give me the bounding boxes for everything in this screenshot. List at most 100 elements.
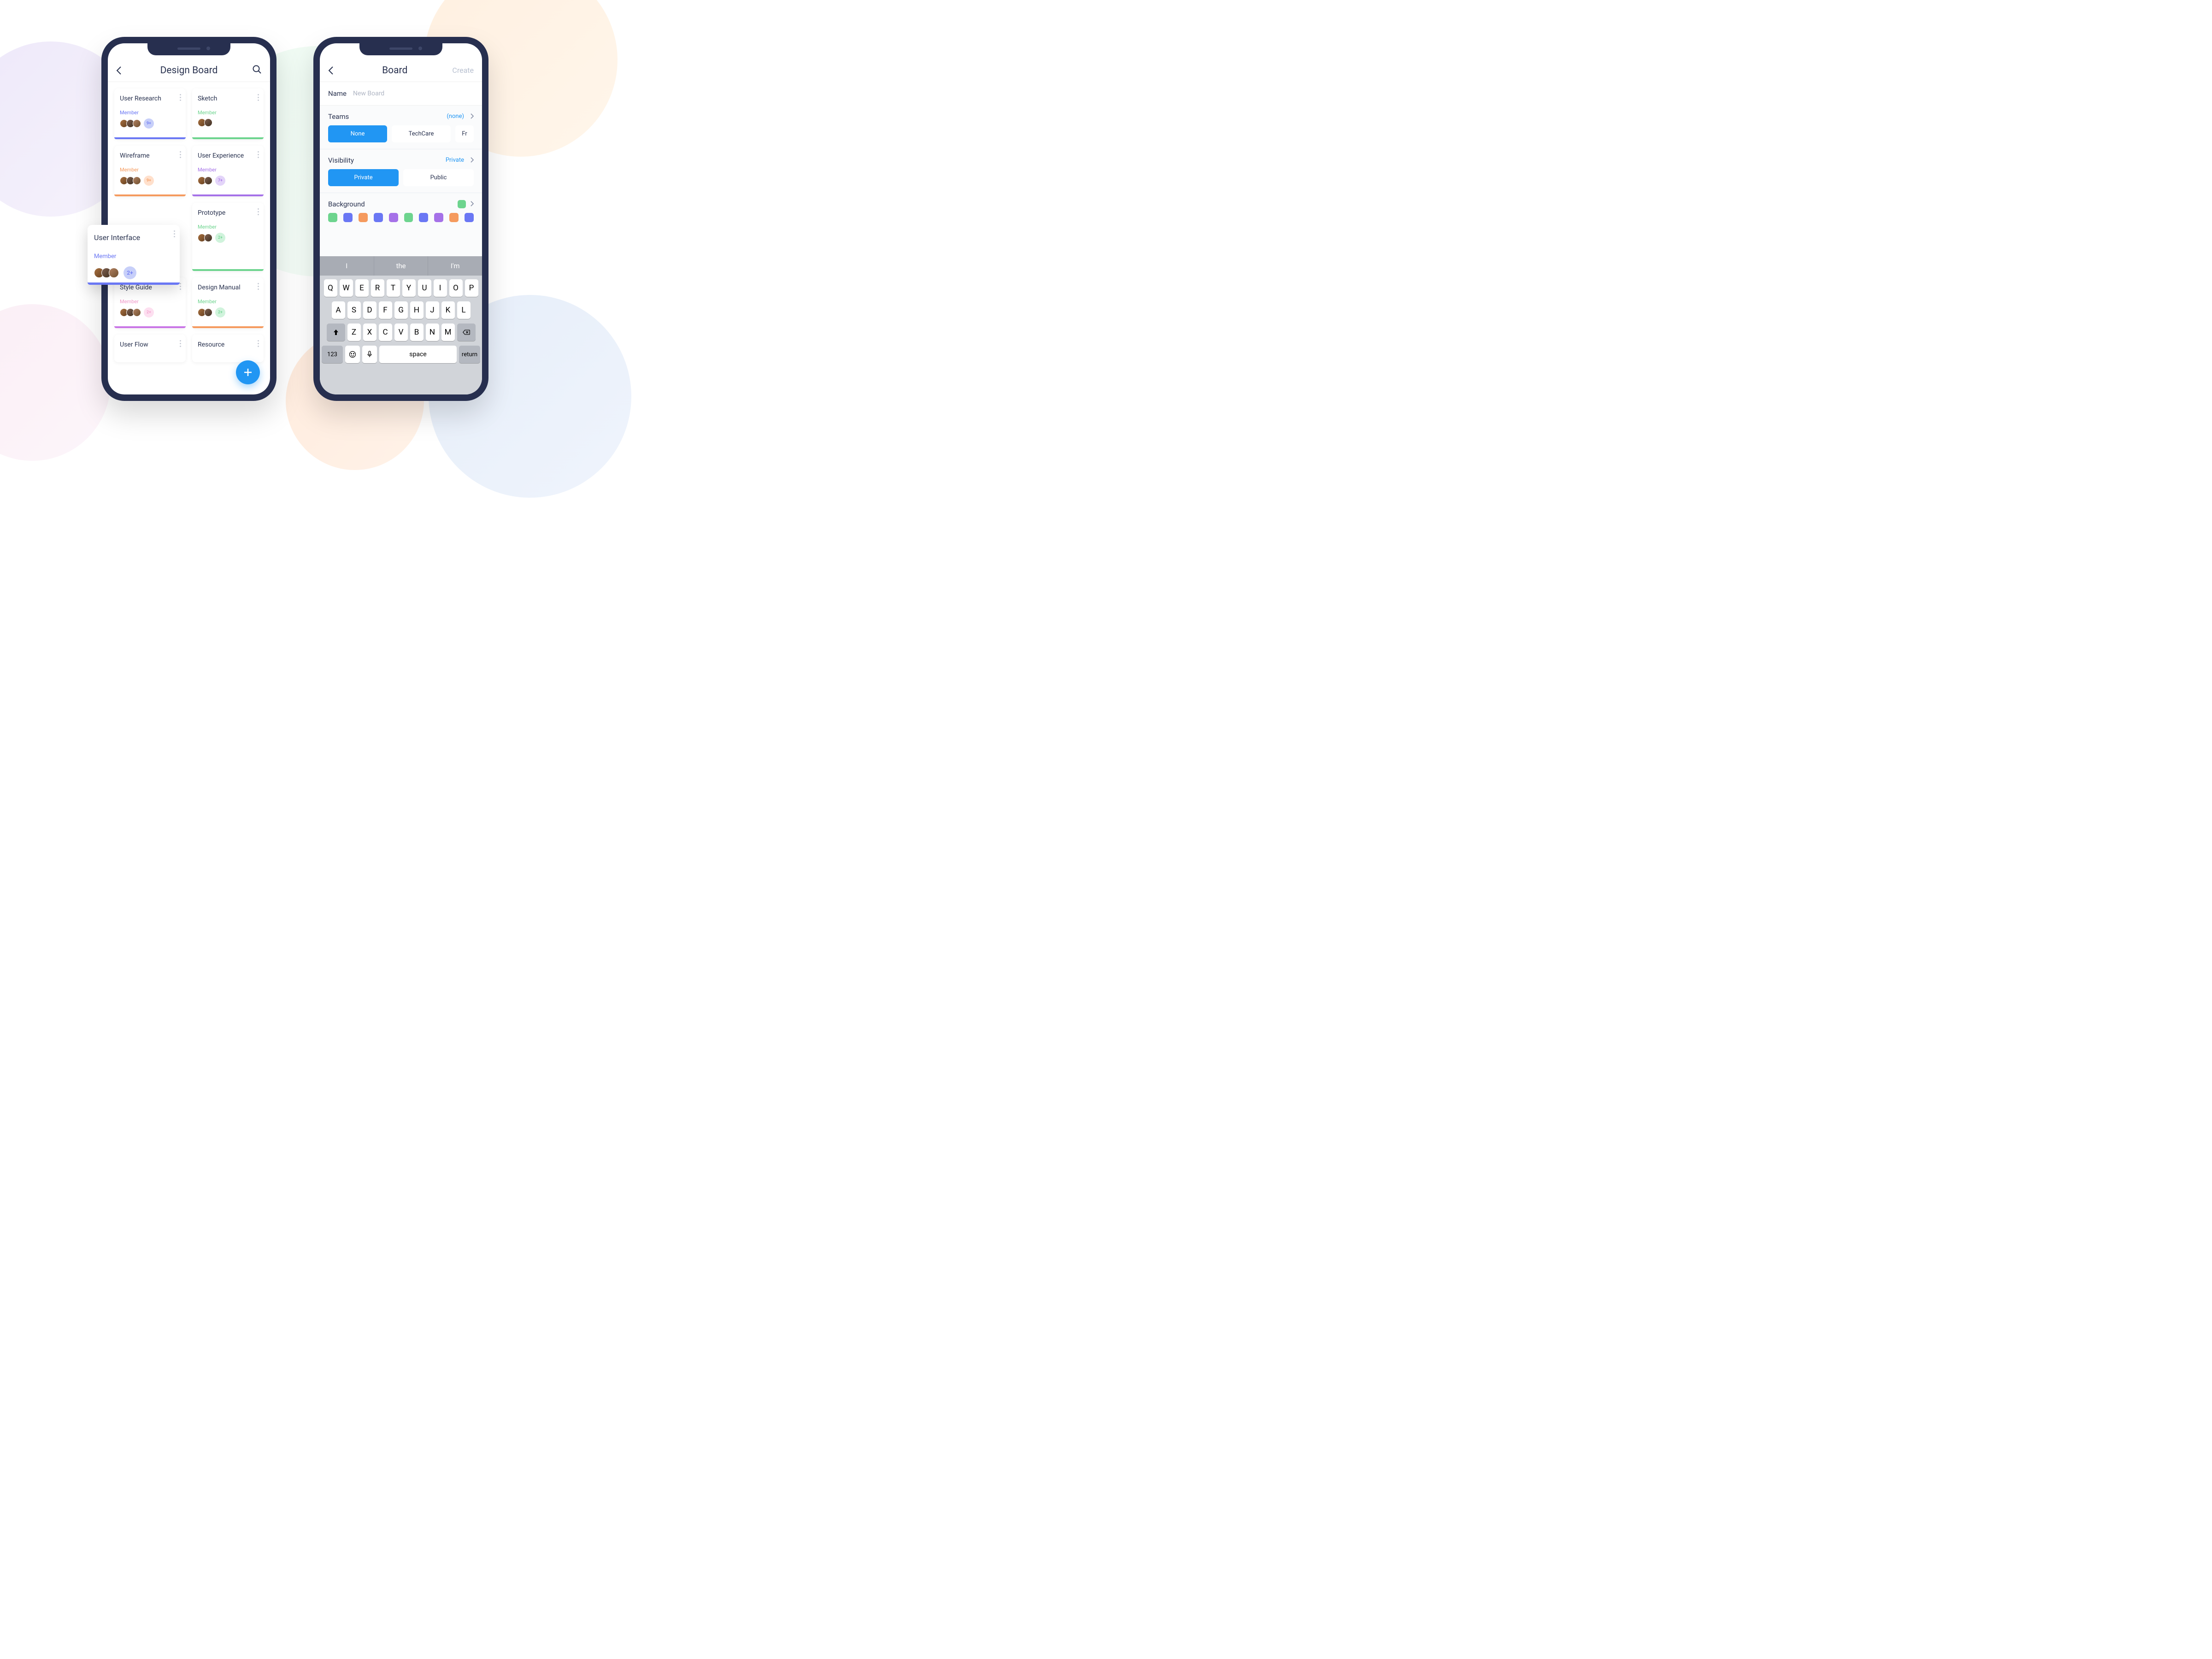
key-x[interactable]: X	[363, 324, 377, 341]
visibility-chip[interactable]: Public	[403, 169, 474, 186]
key-i[interactable]: I	[434, 279, 447, 297]
key-m[interactable]: M	[441, 324, 455, 341]
back-button[interactable]	[328, 66, 337, 75]
keyboard-suggestion[interactable]: I'm	[428, 256, 482, 276]
board-card[interactable]: Design ManualMember2+	[192, 277, 264, 328]
card-member-label: Member	[198, 224, 258, 230]
card-avatars: 9+	[120, 118, 180, 129]
key-return[interactable]: return	[459, 346, 480, 363]
board-card[interactable]: SketchMember	[192, 88, 264, 139]
card-menu-icon[interactable]	[180, 340, 181, 347]
keyboard[interactable]: ItheI'm QWERTYUIOP ASDFGHJKL ZXCVBNM 123…	[320, 256, 482, 394]
chevron-right-icon	[471, 156, 474, 165]
name-input[interactable]: New Board	[353, 90, 384, 97]
key-f[interactable]: F	[379, 301, 392, 319]
page-title: Design Board	[160, 65, 218, 76]
key-b[interactable]: B	[410, 324, 424, 341]
teams-row[interactable]: Teams (none)	[320, 106, 482, 125]
color-swatch[interactable]	[465, 213, 474, 222]
key-c[interactable]: C	[379, 324, 392, 341]
background-label: Background	[328, 200, 365, 208]
key-l[interactable]: L	[457, 301, 471, 319]
key-space[interactable]: space	[379, 346, 457, 363]
key-shift[interactable]	[327, 324, 345, 341]
key-n[interactable]: N	[426, 324, 439, 341]
team-chip[interactable]: Fr	[455, 125, 474, 142]
visibility-chip[interactable]: Private	[328, 169, 399, 186]
key-h[interactable]: H	[410, 301, 424, 319]
card-avatars: 7+	[198, 176, 258, 186]
key-p[interactable]: P	[465, 279, 478, 297]
key-w[interactable]: W	[340, 279, 353, 297]
keyboard-suggestion[interactable]: I	[320, 256, 374, 276]
background-selected-swatch	[458, 200, 466, 208]
key-backspace[interactable]	[457, 324, 476, 341]
card-menu-icon[interactable]	[180, 94, 181, 101]
color-swatch[interactable]	[343, 213, 353, 222]
color-swatch[interactable]	[404, 213, 413, 222]
chevron-right-icon	[471, 200, 474, 208]
search-icon[interactable]	[253, 65, 262, 76]
avatar	[204, 308, 212, 317]
board-card[interactable]: WireframeMember9+	[114, 146, 186, 196]
card-member-label: Member	[198, 110, 258, 116]
key-t[interactable]: T	[387, 279, 400, 297]
keyboard-suggestion[interactable]: the	[374, 256, 429, 276]
board-card[interactable]: PrototypeMember2+	[192, 203, 264, 271]
add-board-fab[interactable]	[236, 360, 260, 384]
key-q[interactable]: Q	[324, 279, 337, 297]
card-avatars: 9+	[120, 176, 180, 186]
key-o[interactable]: O	[449, 279, 463, 297]
card-menu-icon[interactable]	[180, 151, 181, 158]
key-mic[interactable]	[362, 346, 377, 363]
card-member-label: Member	[120, 299, 180, 305]
background-row[interactable]: Background	[320, 193, 482, 213]
key-r[interactable]: R	[371, 279, 384, 297]
key-g[interactable]: G	[394, 301, 408, 319]
key-z[interactable]: Z	[347, 324, 361, 341]
name-field-row[interactable]: Name New Board	[320, 82, 482, 106]
key-u[interactable]: U	[418, 279, 431, 297]
key-k[interactable]: K	[441, 301, 455, 319]
key-y[interactable]: Y	[402, 279, 416, 297]
team-chip[interactable]: None	[328, 125, 387, 142]
create-button[interactable]: Create	[452, 66, 474, 75]
avatar-count-badge: 7+	[215, 176, 225, 186]
board-card-floating[interactable]: User Interface Member 2+	[88, 225, 180, 285]
card-menu-icon[interactable]	[258, 208, 259, 215]
board-card[interactable]: User ExperienceMember7+	[192, 146, 264, 196]
key-s[interactable]: S	[347, 301, 361, 319]
color-swatch[interactable]	[328, 213, 337, 222]
key-j[interactable]: J	[426, 301, 439, 319]
card-menu-icon[interactable]	[258, 94, 259, 101]
board-card[interactable]: User ResearchMember9+	[114, 88, 186, 139]
board-card[interactable]: User Flow	[114, 335, 186, 362]
back-button[interactable]	[116, 66, 125, 75]
key-a[interactable]: A	[332, 301, 345, 319]
key-emoji[interactable]	[345, 346, 360, 363]
avatar-count-badge: 9+	[144, 118, 154, 129]
key-d[interactable]: D	[363, 301, 377, 319]
card-title: User Experience	[198, 152, 258, 159]
color-swatch[interactable]	[434, 213, 443, 222]
key-v[interactable]: V	[394, 324, 408, 341]
key-e[interactable]: E	[355, 279, 369, 297]
visibility-row[interactable]: Visibility Private	[320, 149, 482, 169]
key-numeric[interactable]: 123	[322, 346, 343, 363]
color-swatch[interactable]	[389, 213, 398, 222]
card-avatars: 2+	[94, 266, 173, 279]
color-swatch[interactable]	[449, 213, 459, 222]
color-swatch[interactable]	[359, 213, 368, 222]
board-card[interactable]: Resource	[192, 335, 264, 362]
board-card[interactable]: Style GuideMember2+	[114, 277, 186, 328]
avatar-count-badge: 2+	[215, 233, 225, 243]
card-menu-icon[interactable]	[174, 230, 175, 237]
color-swatch[interactable]	[419, 213, 428, 222]
card-member-label: Member	[120, 167, 180, 173]
card-menu-icon[interactable]	[180, 283, 181, 290]
team-chip[interactable]: TechCare	[392, 125, 451, 142]
card-menu-icon[interactable]	[258, 340, 259, 347]
card-menu-icon[interactable]	[258, 151, 259, 158]
color-swatch[interactable]	[374, 213, 383, 222]
card-menu-icon[interactable]	[258, 283, 259, 290]
